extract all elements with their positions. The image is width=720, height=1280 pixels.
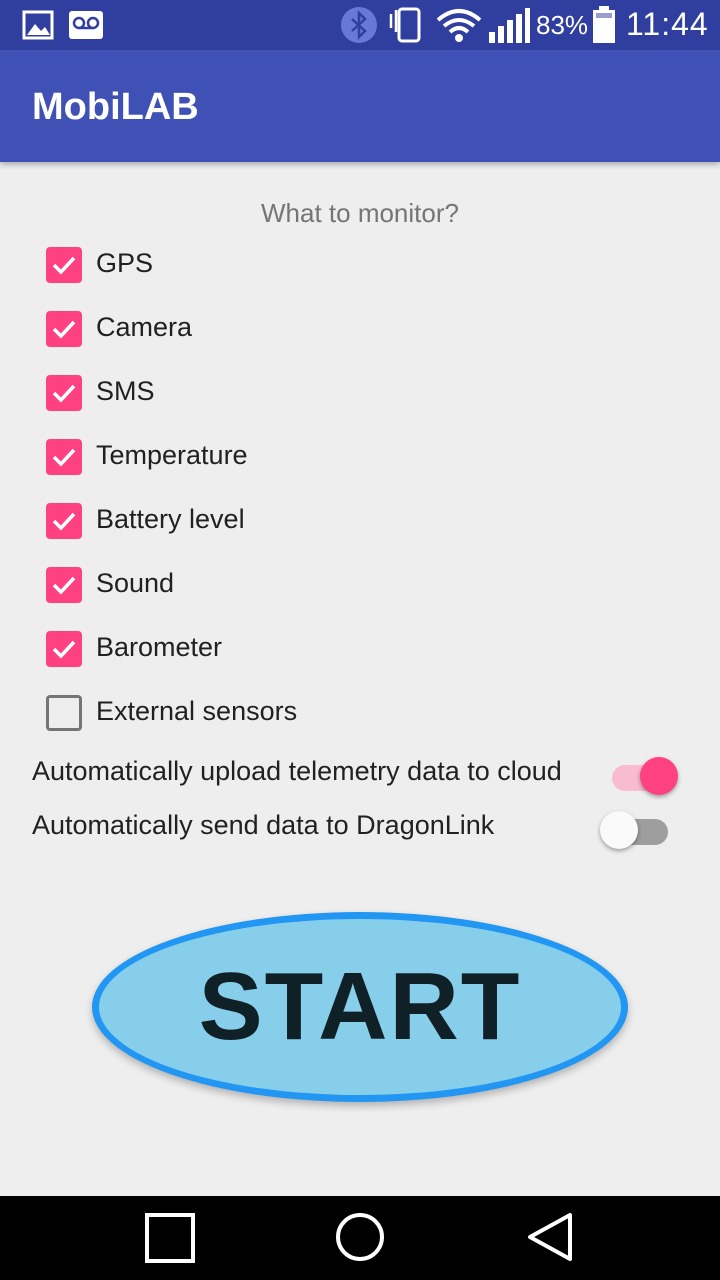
checkbox-box[interactable] xyxy=(46,439,82,475)
monitor-prompt: What to monitor? xyxy=(261,198,459,228)
switch-thumb[interactable] xyxy=(640,757,678,795)
start-button-label: START xyxy=(198,953,522,1060)
checkbox-box[interactable] xyxy=(46,631,82,667)
recents-square-icon[interactable] xyxy=(144,1212,196,1269)
checkbox-box[interactable] xyxy=(46,503,82,539)
navigation-bar xyxy=(0,1196,720,1280)
app-bar: MobiLAB xyxy=(0,50,720,162)
checkbox-temperature[interactable]: Temperature xyxy=(44,437,444,477)
checkbox-label: Battery level xyxy=(96,504,245,534)
checkbox-label: SMS xyxy=(96,376,155,406)
checkbox-barometer[interactable]: Barometer xyxy=(44,629,444,669)
status-clock: 11:44 xyxy=(626,6,709,42)
checkbox-gps[interactable]: GPS xyxy=(44,245,444,285)
battery-percent: 83% xyxy=(536,10,589,40)
checkbox-label: External sensors xyxy=(96,696,298,726)
status-bar: 83% 11:44 xyxy=(0,0,720,50)
checkbox-box[interactable] xyxy=(46,567,82,603)
vibrate-icon xyxy=(386,6,432,49)
checkbox-label: Sound xyxy=(96,568,175,598)
start-button[interactable]: START xyxy=(92,912,628,1102)
wifi-icon xyxy=(436,8,482,49)
switch-thumb[interactable] xyxy=(600,811,638,849)
image-icon xyxy=(22,10,54,45)
checkbox-label: Barometer xyxy=(96,632,223,662)
back-triangle-icon[interactable] xyxy=(524,1211,576,1268)
app-title: MobiLAB xyxy=(32,86,199,128)
switch-row-upload-cloud[interactable]: Automatically upload telemetry data to c… xyxy=(32,752,692,795)
switch-label: Automatically upload telemetry data to c… xyxy=(32,756,562,786)
checkbox-battery-level[interactable]: Battery level xyxy=(44,501,444,541)
checkbox-camera[interactable]: Camera xyxy=(44,309,444,349)
checkbox-external-sensors[interactable]: External sensors xyxy=(44,693,444,733)
checkbox-box[interactable] xyxy=(46,247,82,283)
switch-label: Automatically send data to DragonLink xyxy=(32,810,495,840)
switch-row-send-dragonlink[interactable]: Automatically send data to DragonLink xyxy=(32,806,692,849)
checkbox-sms[interactable]: SMS xyxy=(44,373,444,413)
checkbox-box[interactable] xyxy=(46,695,82,731)
checkbox-label: GPS xyxy=(96,248,154,278)
checkbox-box[interactable] xyxy=(46,311,82,347)
battery-icon xyxy=(592,6,616,49)
bluetooth-icon xyxy=(340,6,378,49)
checkbox-label: Temperature xyxy=(96,440,248,470)
home-circle-icon[interactable] xyxy=(334,1211,386,1268)
checkbox-label: Camera xyxy=(96,312,193,342)
signal-icon xyxy=(488,8,530,49)
checkbox-box[interactable] xyxy=(46,375,82,411)
checkbox-sound[interactable]: Sound xyxy=(44,565,444,605)
voicemail-icon xyxy=(68,10,104,45)
